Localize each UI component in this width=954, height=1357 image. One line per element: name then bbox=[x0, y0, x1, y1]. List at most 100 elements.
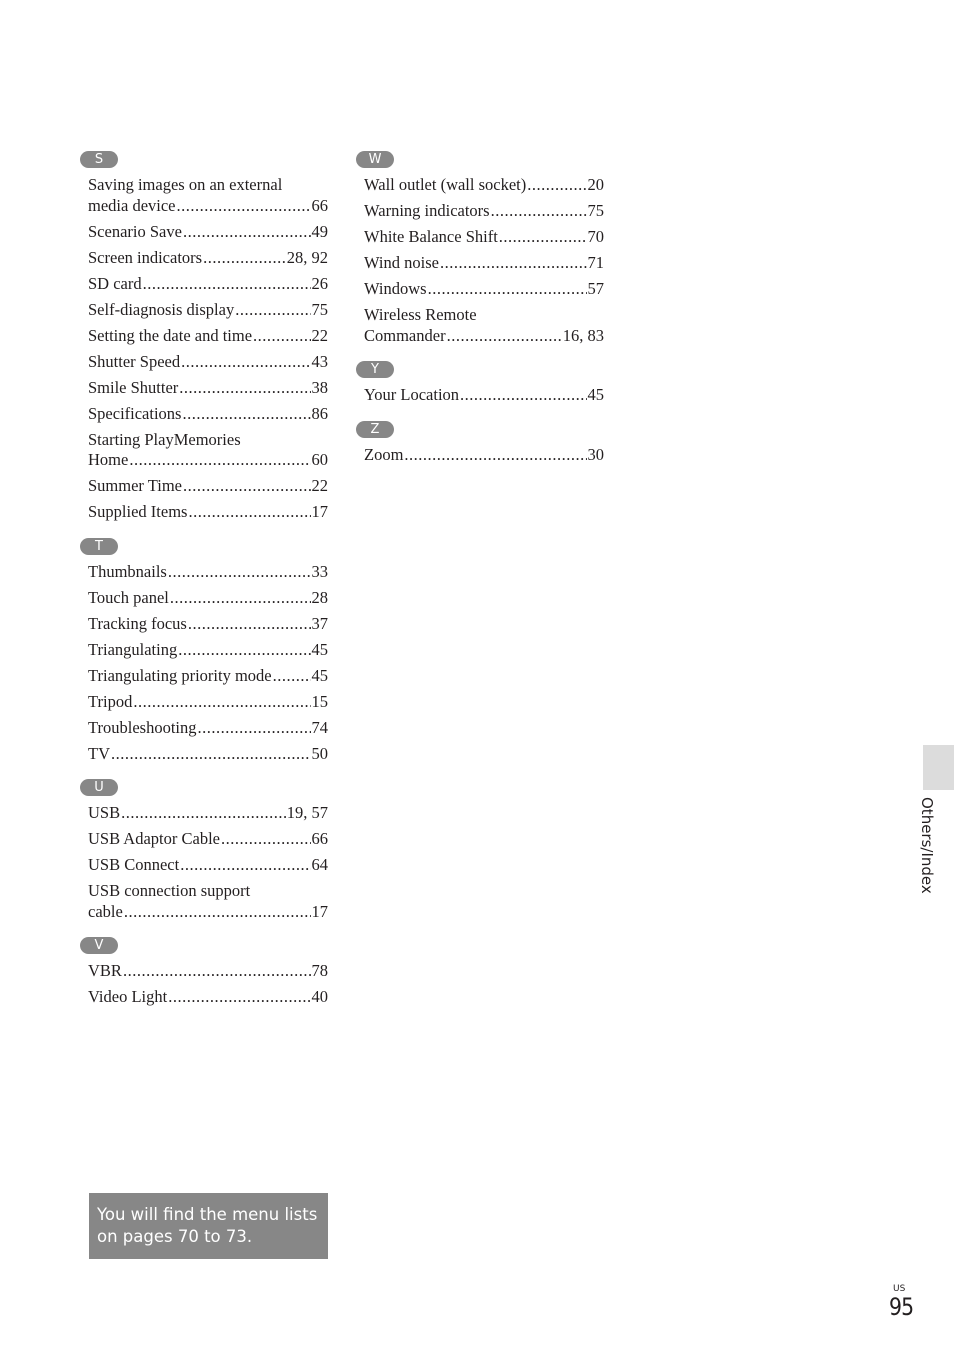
index-entry: USB Connect 64 bbox=[88, 855, 328, 876]
index-entry: Starting PlayMemoriesHome 60 bbox=[88, 430, 328, 471]
index-entry: Troubleshooting 74 bbox=[88, 718, 328, 739]
entry-page-ref: 26 bbox=[311, 273, 329, 293]
entry-page-ref: 45 bbox=[311, 639, 329, 659]
entry-page-ref: 19, 57 bbox=[286, 803, 328, 822]
index-entry: Saving images on an external media device… bbox=[88, 175, 328, 216]
index-entry: Your Location 45 bbox=[364, 385, 604, 406]
entry-term: Troubleshooting bbox=[88, 717, 197, 737]
index-entry: Supplied Items 17 bbox=[88, 502, 328, 523]
menu-lists-note: You will find the menu lists on pages 70… bbox=[89, 1193, 328, 1259]
entry-page-ref: 49 bbox=[311, 221, 329, 241]
dot-leader bbox=[460, 385, 586, 406]
index-entry: Wall outlet (wall socket) 20 bbox=[364, 175, 604, 196]
entry-term: Supplied Items bbox=[88, 502, 188, 521]
index-entry: Specifications 86 bbox=[88, 404, 328, 425]
entry-term-line1: Wireless Remote bbox=[364, 305, 477, 324]
entry-term: SD card bbox=[88, 273, 142, 293]
index-section-t: T Thumbnails 33 Touch panel 28 Tracking focus… bbox=[80, 537, 329, 765]
dot-leader bbox=[428, 279, 587, 300]
letter-badge: V bbox=[80, 937, 118, 954]
dot-leader bbox=[180, 855, 310, 876]
index-entry: Tripod 15 bbox=[88, 692, 328, 713]
entry-term: USB bbox=[88, 803, 121, 822]
entry-page-ref: 64 bbox=[311, 855, 329, 874]
dot-leader bbox=[170, 588, 311, 609]
dot-leader bbox=[440, 253, 587, 274]
index-entry: Screen indicators 28, 92 bbox=[88, 248, 328, 269]
dot-leader bbox=[168, 562, 311, 583]
entry-term: Your Location bbox=[364, 385, 460, 404]
entry-page-ref: 15 bbox=[311, 691, 329, 711]
dot-leader bbox=[203, 248, 286, 269]
entry-term: Triangulating bbox=[88, 639, 178, 659]
index-section-s: S Saving images on an external media devic… bbox=[80, 150, 329, 523]
entry-page-ref: 78 bbox=[311, 961, 329, 980]
entry-page-ref: 40 bbox=[311, 987, 329, 1006]
entry-term: Home bbox=[88, 450, 129, 469]
entry-term: Wall outlet (wall socket) bbox=[364, 175, 527, 194]
index-entry: VBR 78 bbox=[88, 961, 328, 982]
dot-leader bbox=[123, 961, 311, 982]
entry-term: Windows bbox=[364, 279, 427, 298]
dot-leader bbox=[143, 274, 311, 295]
index-entry: Zoom 30 bbox=[364, 445, 604, 466]
note-text: You will find the menu lists on pages 70… bbox=[97, 1205, 318, 1246]
dot-leader bbox=[447, 326, 562, 347]
dot-leader bbox=[404, 445, 586, 466]
entry-page-ref: 75 bbox=[311, 299, 329, 319]
entry-term-line1: USB connection support bbox=[88, 881, 251, 900]
index-entry: Windows 57 bbox=[364, 279, 604, 300]
dot-leader bbox=[499, 227, 587, 248]
entry-term: Video Light bbox=[88, 987, 168, 1006]
index-column-right: W Wall outlet (wall socket) 20 Warning indi… bbox=[356, 150, 604, 479]
entry-page-ref: 22 bbox=[311, 476, 329, 495]
entry-page-ref: 45 bbox=[587, 385, 605, 404]
dot-leader bbox=[179, 378, 310, 399]
entry-term: Wind noise bbox=[364, 253, 439, 272]
entry-term: Tripod bbox=[88, 691, 133, 711]
index-entry: Self-diagnosis display 75 bbox=[88, 300, 328, 321]
entry-term: Touch panel bbox=[88, 587, 169, 607]
entry-term: Setting the date and time bbox=[88, 325, 253, 345]
index-entry: Smile Shutter 38 bbox=[88, 378, 328, 399]
index-entry: USB Adaptor Cable 66 bbox=[88, 829, 328, 850]
dot-leader bbox=[182, 404, 310, 425]
entry-term-line1: Saving images on an external bbox=[88, 175, 283, 194]
entry-term: Thumbnails bbox=[88, 561, 167, 581]
index-entry: TV 50 bbox=[88, 744, 328, 765]
entry-term-line1: Starting PlayMemories bbox=[88, 429, 241, 449]
entry-page-ref: 50 bbox=[311, 743, 329, 763]
dot-leader bbox=[183, 476, 311, 497]
section-tab-label: Others/Index bbox=[918, 797, 936, 894]
dot-leader bbox=[188, 614, 311, 635]
index-entry: Wind noise 71 bbox=[364, 253, 604, 274]
index-entry: USB connection supportcable 17 bbox=[88, 881, 328, 922]
entry-term: Commander bbox=[364, 325, 446, 345]
entry-page-ref: 33 bbox=[311, 561, 329, 581]
entry-page-ref: 60 bbox=[311, 450, 329, 469]
entry-term: Summer Time bbox=[88, 476, 182, 495]
entry-term: Self-diagnosis display bbox=[88, 299, 235, 319]
entry-term: Tracking focus bbox=[88, 613, 187, 633]
entry-page-ref: 17 bbox=[311, 901, 329, 921]
index-entry: Tracking focus 37 bbox=[88, 614, 328, 635]
index-entry: White Balance Shift 70 bbox=[364, 227, 604, 248]
entry-term: TV bbox=[88, 743, 110, 763]
index-entry: Summer Time 22 bbox=[88, 476, 328, 497]
dot-leader bbox=[198, 718, 311, 739]
entry-page-ref: 28 bbox=[311, 587, 329, 607]
dot-leader bbox=[181, 352, 310, 373]
dot-leader bbox=[111, 744, 311, 765]
entry-page-ref: 45 bbox=[311, 665, 329, 685]
dot-leader bbox=[491, 201, 587, 222]
index-entry: SD card 26 bbox=[88, 274, 328, 295]
entry-term: Smile Shutter bbox=[88, 377, 179, 397]
entry-page-ref: 22 bbox=[311, 325, 329, 345]
page-number: 95 bbox=[889, 1293, 914, 1321]
dot-leader bbox=[221, 829, 311, 850]
entry-term: Triangulating priority mode bbox=[88, 665, 272, 685]
index-entry: Thumbnails 33 bbox=[88, 562, 328, 583]
entry-term: Scenario Save bbox=[88, 221, 182, 241]
entry-term: cable bbox=[88, 901, 123, 921]
dot-leader bbox=[273, 666, 311, 687]
